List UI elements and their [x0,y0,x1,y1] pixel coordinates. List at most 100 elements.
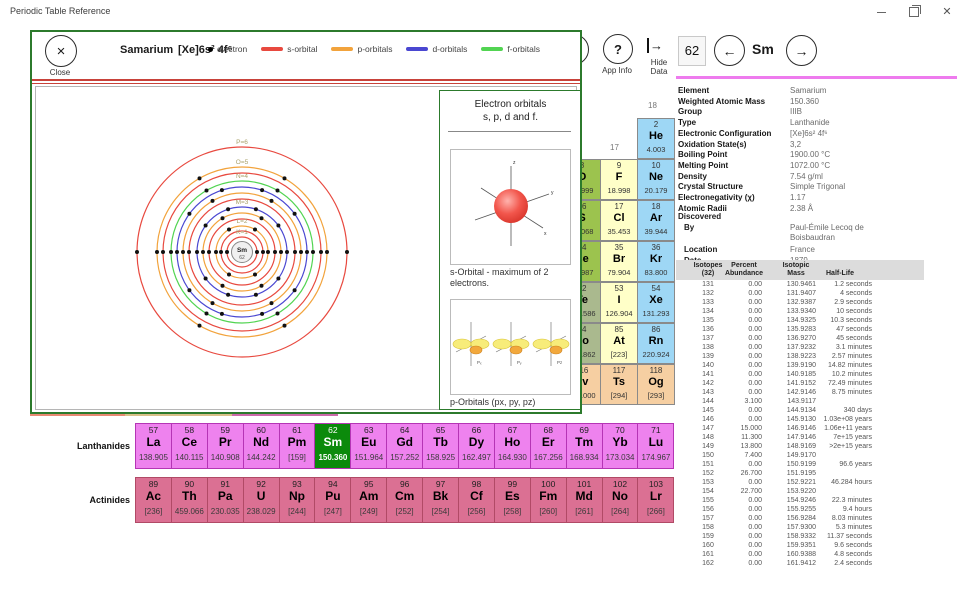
element-cell-Fm[interactable]: 100Fm[260] [530,477,567,523]
element-cell-Ar[interactable]: 18Ar39.944 [637,200,675,241]
element-cell-Eu[interactable]: 63Eu151.964 [350,423,387,469]
isotope-half-life: 8.75 minutes [792,389,872,396]
element-cell-Th[interactable]: 90Th459.066 [171,477,208,523]
element-cell-No[interactable]: 102No[264] [602,477,639,523]
p-orbital-figure: Pₓ [453,322,489,366]
isotope-abundance: 0.00 [714,389,762,396]
element-cell-Pa[interactable]: 91Pa230.035 [207,477,244,523]
element-cell-Cf[interactable]: 98Cf[256] [458,477,495,523]
next-element-button[interactable]: → [786,35,817,66]
element-cell-La[interactable]: 57La138.905 [135,423,172,469]
element-cell-Pu[interactable]: 94Pu[247] [314,477,351,523]
element-cell-Tm[interactable]: 69Tm168.934 [566,423,603,469]
red-separator [32,79,580,81]
element-cell-Np[interactable]: 93Np[244] [279,477,316,523]
atomic-mass: 138.905 [136,453,171,463]
element-symbol: Gd [387,436,422,449]
element-cell-Ho[interactable]: 67Ho164.930 [494,423,531,469]
element-cell-Cm[interactable]: 96Cm[252] [386,477,423,523]
legend-label: f-orbitals [507,44,540,54]
app-info-button[interactable]: ? [603,34,633,64]
element-cell-Og[interactable]: 118Og[293] [637,364,675,405]
element-symbol: Er [531,436,566,449]
isotope-half-life: 9.4 hours [792,506,872,513]
atomic-number: 117 [601,366,637,376]
atomic-mass: 126.904 [601,309,637,318]
hide-data-button[interactable]: → [647,37,663,55]
app-window: { "window": { "title": "Periodic Table R… [0,0,960,614]
d-orbitals-swatch-icon [406,47,428,51]
element-cell-Ce[interactable]: 58Ce140.115 [171,423,208,469]
element-cell-Ts[interactable]: 117Ts[294] [600,364,638,405]
element-cell-Nd[interactable]: 60Nd144.242 [243,423,280,469]
isotope-abundance: 0.00 [714,362,762,369]
isotope-row: 1507.400149.9170 [676,452,924,461]
element-cell-Ne[interactable]: 10Ne20.179 [637,159,675,200]
electron-dot [253,227,257,231]
element-cell-Cl[interactable]: 17Cl35.453 [600,200,638,241]
element-cell-Lr[interactable]: 103Lr[266] [637,477,674,523]
element-cell-Ac[interactable]: 89Ac[236] [135,477,172,523]
electron-dot [254,293,258,297]
element-cell-Es[interactable]: 99Es[258] [494,477,531,523]
element-cell-Gd[interactable]: 64Gd157.252 [386,423,423,469]
element-cell-Br[interactable]: 35Br79.904 [600,241,638,282]
atomic-number: 54 [638,284,674,294]
detail-label: Density [678,172,707,181]
atomic-number: 36 [638,243,674,253]
detail-row: GroupIIIB [676,107,960,118]
shell-label: P=6 [236,139,248,146]
element-cell-Xe[interactable]: 54Xe131.293 [637,282,675,323]
element-cell-Er[interactable]: 68Er167.256 [530,423,567,469]
element-symbol: Ts [601,376,637,388]
restore-button[interactable] [903,4,925,20]
electron-dot [276,224,280,228]
element-cell-Sm[interactable]: 62Sm150.360 [314,423,351,469]
isotope-abundance: 0.00 [714,371,762,378]
element-cell-Md[interactable]: 101Md[261] [566,477,603,523]
minimize-button[interactable] [870,4,892,20]
element-cell-Tb[interactable]: 65Tb158.925 [422,423,459,469]
element-cell-Dy[interactable]: 66Dy162.497 [458,423,495,469]
overlay-close-button[interactable]: × [45,35,77,67]
element-cell-He[interactable]: 2He4.003 [637,118,675,159]
element-symbol: Ar [638,212,674,224]
isotope-half-life: 72.49 minutes [792,380,872,387]
window-title: Periodic Table Reference [10,6,110,16]
element-cell-Pr[interactable]: 59Pr140.908 [207,423,244,469]
electron-dot [279,250,283,254]
s-orbital-image-frame: z y x [450,149,571,265]
isotope-half-life: 8.03 minutes [792,515,872,522]
electron-dot [276,311,280,315]
electron-dot [255,250,259,254]
element-cell-Am[interactable]: 95Am[249] [350,477,387,523]
element-cell-Pm[interactable]: 61Pm[159] [279,423,316,469]
element-cell-Kr[interactable]: 36Kr83.800 [637,241,675,282]
element-symbol: Bk [423,490,458,503]
element-cell-U[interactable]: 92U238.029 [243,477,280,523]
element-cell-At[interactable]: 85At[223] [600,323,638,364]
detail-value: [Xe]6s² 4f⁶ [790,129,828,138]
electron-dot [187,212,191,216]
detail-row: Density7.54 g/ml [676,172,960,183]
element-cell-Rn[interactable]: 86Rn220.924 [637,323,675,364]
close-window-button[interactable]: ✕ [936,4,958,20]
p-orbital-figure: Pz [533,322,569,366]
isotope-row: 1320.00131.94074 seconds [676,290,924,299]
electron-dot [207,250,211,254]
previous-element-button[interactable]: ← [714,35,745,66]
element-cell-Yb[interactable]: 70Yb173.034 [602,423,639,469]
orbital-shell-diagram: K=1L=2M=3N=4O=5P=6Sm62 [32,86,469,410]
electron-dot-icon [208,47,213,52]
atomic-number-input[interactable]: 62 [678,36,706,66]
element-cell-Lu[interactable]: 71Lu174.967 [637,423,674,469]
isotope-half-life: 46.284 hours [792,479,872,486]
element-symbol: Eu [351,436,386,449]
isotope-abundance: 0.00 [714,353,762,360]
element-cell-I[interactable]: 53I126.904 [600,282,638,323]
element-cell-F[interactable]: 9F18.998 [600,159,638,200]
isotope-abundance: 0.00 [714,290,762,297]
isotope-half-life: 22.3 minutes [792,497,872,504]
element-cell-Bk[interactable]: 97Bk[254] [422,477,459,523]
f-orbitals-swatch-icon [481,47,503,51]
